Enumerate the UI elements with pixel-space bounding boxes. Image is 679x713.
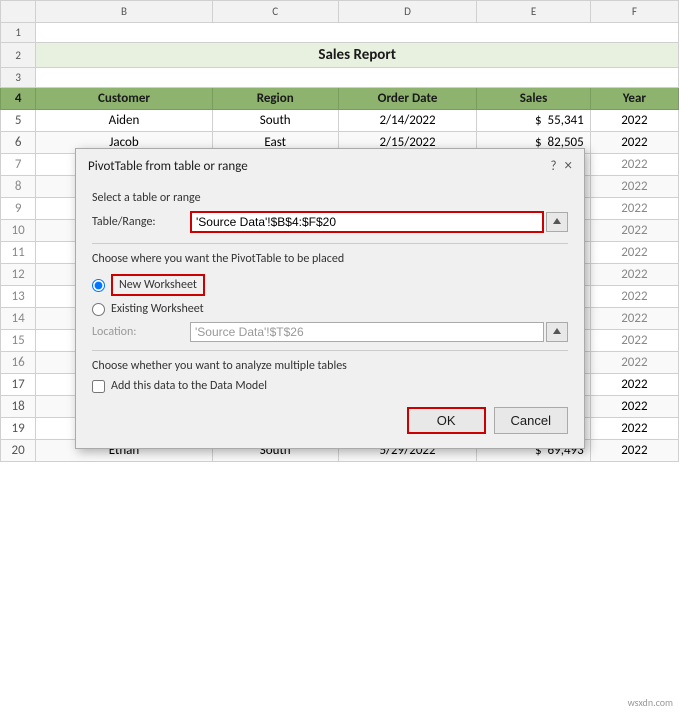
table-header-row: 4 Customer Region Order Date Sales Year <box>1 88 679 110</box>
existing-worksheet-radio-row: Existing Worksheet <box>92 302 568 316</box>
table-range-input-wrapper[interactable] <box>190 211 544 233</box>
location-label: Location: <box>92 325 182 339</box>
existing-worksheet-label[interactable]: Existing Worksheet <box>111 302 204 316</box>
column-header-row: B C D E F <box>1 1 679 23</box>
cell-sales: $ 55,341 <box>477 110 590 132</box>
dialog-titlebar: PivotTable from table or range ? × <box>76 149 584 181</box>
cell-year: 2022 <box>590 440 678 462</box>
data-model-label[interactable]: Add this data to the Data Model <box>111 379 267 393</box>
header-region: Region <box>212 88 338 110</box>
col-header-b: B <box>36 1 212 23</box>
dialog-title: PivotTable from table or range <box>88 159 248 174</box>
cell-year: 2022 <box>590 396 678 418</box>
watermark: wsxdn.com <box>628 696 673 709</box>
cell-year: 2022 <box>590 418 678 440</box>
section-separator-2 <box>92 350 568 351</box>
ok-button[interactable]: OK <box>407 407 486 434</box>
table-range-input[interactable] <box>196 215 538 229</box>
dialog-close-icon[interactable]: × <box>565 157 572 175</box>
section1-label: Select a table or range <box>92 191 568 205</box>
dialog-titlebar-icons: ? × <box>550 157 572 175</box>
col-header-c: C <box>212 1 338 23</box>
dialog-help-icon[interactable]: ? <box>550 159 556 174</box>
new-worksheet-box: New Worksheet <box>111 274 205 296</box>
table-range-row: Table/Range: <box>92 211 568 233</box>
pivot-table-dialog: PivotTable from table or range ? × Selec… <box>75 148 585 449</box>
location-collapse-button[interactable] <box>546 322 568 342</box>
row-2: 2 Sales Report <box>1 43 679 68</box>
new-worksheet-label[interactable]: New Worksheet <box>119 278 197 292</box>
cell-region: South <box>212 110 338 132</box>
rownum-6: 6 <box>1 132 36 154</box>
table-range-label: Table/Range: <box>92 215 182 229</box>
col-header-f: F <box>590 1 678 23</box>
table-range-collapse-button[interactable] <box>546 212 568 232</box>
cell-year: 2022 <box>590 374 678 396</box>
rownum-4: 4 <box>1 88 36 110</box>
col-header-d: D <box>338 1 477 23</box>
cell-date: 2/14/2022 <box>338 110 477 132</box>
dialog-body: Select a table or range Table/Range: Cho… <box>76 181 584 448</box>
dialog-button-row: OK Cancel <box>92 407 568 434</box>
new-worksheet-radio[interactable] <box>92 279 105 292</box>
col-header-row-num <box>1 1 36 23</box>
rownum-5: 5 <box>1 110 36 132</box>
cell-customer: Aiden <box>36 110 212 132</box>
col-header-e: E <box>477 1 590 23</box>
existing-worksheet-radio[interactable] <box>92 303 105 316</box>
data-model-checkbox-row: Add this data to the Data Model <box>92 379 568 393</box>
rownum-2: 2 <box>1 43 36 68</box>
cell-year: 2022 <box>590 110 678 132</box>
header-customer: Customer <box>36 88 212 110</box>
header-order-date: Order Date <box>338 88 477 110</box>
section2-label: Choose where you want the PivotTable to … <box>92 252 568 266</box>
rownum-1: 1 <box>1 23 36 43</box>
location-input[interactable] <box>195 325 539 339</box>
data-model-checkbox[interactable] <box>92 380 105 393</box>
header-sales: Sales <box>477 88 590 110</box>
title-cell: Sales Report <box>36 43 679 68</box>
new-worksheet-radio-row: New Worksheet <box>92 274 568 296</box>
row-1: 1 <box>1 23 679 43</box>
cancel-button[interactable]: Cancel <box>494 407 568 434</box>
rownum-3: 3 <box>1 68 36 88</box>
section-separator-1 <box>92 243 568 244</box>
cell-year: 2022 <box>590 132 678 154</box>
header-year: Year <box>590 88 678 110</box>
table-row: 5 Aiden South 2/14/2022 $ 55,341 2022 <box>1 110 679 132</box>
section3-label: Choose whether you want to analyze multi… <box>92 359 568 373</box>
location-row: Location: <box>92 322 568 342</box>
location-input-wrapper[interactable] <box>190 322 544 342</box>
row-3: 3 <box>1 68 679 88</box>
